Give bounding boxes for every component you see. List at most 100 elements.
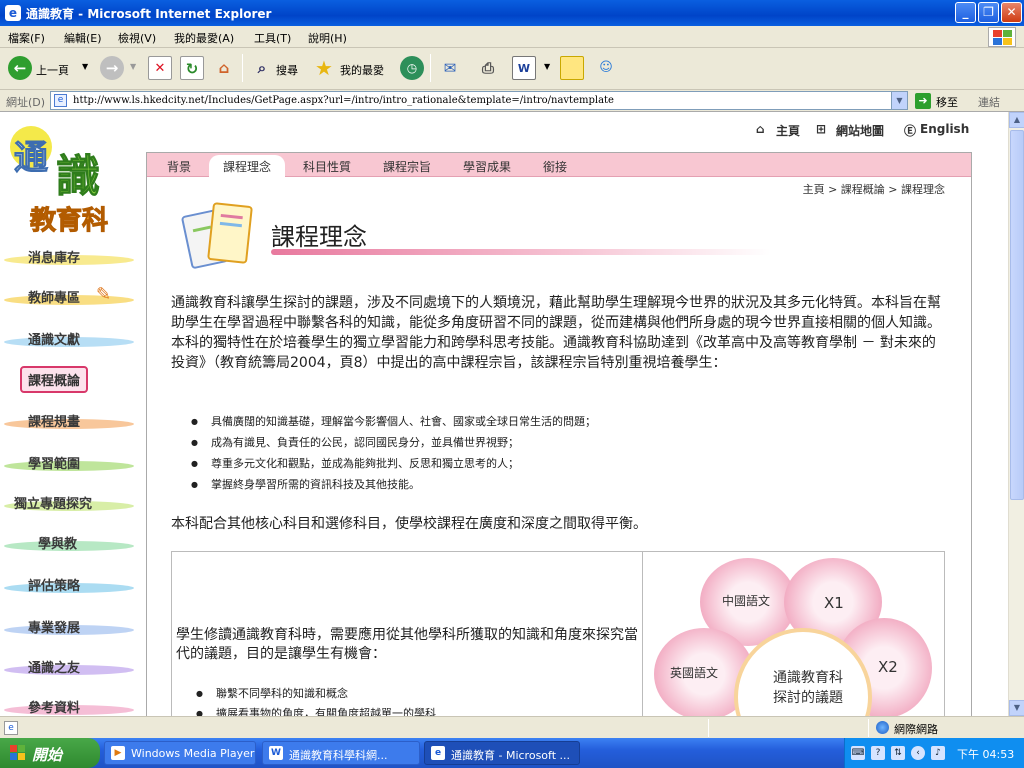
tab-background[interactable]: 背景 [167, 158, 191, 175]
search-icon[interactable]: ⌕ [250, 56, 274, 80]
keyboard-icon[interactable]: ⌨ [851, 746, 865, 760]
nav-label: 學習範圍 [28, 457, 81, 472]
menu-edit[interactable]: 編輯(E) [64, 30, 102, 46]
nav-item-news-archive[interactable]: 消息庫存 [0, 244, 138, 270]
favorites-star-icon[interactable]: ★ [312, 56, 336, 80]
nav-label: 專業發展 [28, 621, 81, 636]
english-link[interactable]: English [920, 122, 969, 136]
refresh-icon[interactable]: ↻ [180, 56, 204, 80]
history-icon[interactable]: ◷ [400, 56, 424, 80]
tab-aims[interactable]: 課程宗旨 [383, 158, 431, 175]
forward-dropdown-icon[interactable]: ▼ [130, 62, 136, 71]
start-button[interactable]: 開始 [0, 738, 100, 768]
window-title: 通識教育 - Microsoft Internet Explorer [26, 7, 272, 21]
nav-item-learning-scope[interactable]: 學習範圍 [0, 450, 138, 476]
messenger-icon[interactable]: ☺ [594, 56, 618, 80]
pencil-icon: ✎ [96, 284, 112, 305]
main-panel: 背景 課程理念 科目性質 課程宗旨 學習成果 銜接 主頁 > 課程概論 > 課程… [146, 152, 972, 716]
box-text: 學生修讀通識教育科時，需要應用從其他學科所獲取的知識和角度來探究當代的議題，目的… [176, 627, 638, 662]
vertical-scrollbar[interactable]: ▲ ▼ [1008, 112, 1024, 716]
windows-flag-icon [10, 745, 26, 761]
nav-item-independent-enquiry[interactable]: 獨立專題探究 [0, 490, 138, 516]
nav-label: 課程規畫 [28, 415, 81, 430]
menu-bar: 檔案(F) 編輯(E) 檢視(V) 我的最愛(A) 工具(T) 說明(H) [0, 26, 1024, 48]
diagram-center-label: 通識教育科 探討的議題 [758, 668, 858, 708]
nav-item-friends[interactable]: 通識之友 [0, 654, 138, 680]
help-icon[interactable]: ? [871, 746, 885, 760]
page-content: 通 識 教育科 消息庫存 教師專區 ✎ 通識文獻 課程概論 課程規畫 學習範圍 … [0, 112, 1008, 716]
clock[interactable]: 下午 04:53 [957, 746, 1014, 762]
nav-label: 消息庫存 [28, 251, 81, 266]
tab-strip: 背景 課程理念 科目性質 課程宗旨 學習成果 銜接 [147, 153, 971, 178]
address-input[interactable]: e http://www.ls.hkedcity.net/Includes/Ge… [50, 91, 908, 110]
menu-view[interactable]: 檢視(V) [118, 30, 156, 46]
back-button[interactable]: 上一頁 [36, 62, 69, 78]
menu-file[interactable]: 檔案(F) [8, 30, 45, 46]
discuss-icon[interactable] [560, 56, 584, 80]
status-separator [708, 719, 709, 737]
scroll-down-icon[interactable]: ▼ [1009, 700, 1024, 716]
network-icon[interactable]: ⇅ [891, 746, 905, 760]
scroll-up-icon[interactable]: ▲ [1009, 112, 1024, 128]
mail-icon[interactable]: ✉ [438, 56, 462, 80]
volume-icon[interactable]: ♪ [931, 746, 945, 760]
title-bar[interactable]: e 通識教育 - Microsoft Internet Explorer _ ❐… [0, 0, 1024, 26]
nav-item-references[interactable]: 參考資料 [0, 694, 138, 716]
edit-dropdown-icon[interactable]: ▼ [544, 62, 550, 71]
scroll-thumb[interactable] [1010, 130, 1024, 500]
back-dropdown-icon[interactable]: ▼ [82, 62, 88, 71]
home-link[interactable]: 主頁 [776, 122, 800, 139]
go-button[interactable]: 移至 [936, 94, 958, 110]
word-icon[interactable]: W [512, 56, 536, 80]
forward-icon[interactable]: → [100, 56, 124, 80]
status-bar: e 網際網路 [0, 716, 1024, 738]
nav-item-teachers[interactable]: 教師專區 ✎ [0, 284, 138, 310]
links-button[interactable]: 連結 [978, 94, 1000, 110]
nav-label: 評估策略 [28, 579, 81, 594]
nav-item-assessment[interactable]: 評估策略 [0, 572, 138, 598]
search-button[interactable]: 搜尋 [276, 62, 298, 78]
task-word-document[interactable]: W 通識教育科學科網... [262, 741, 420, 765]
expand-tray-icon[interactable]: ‹ [911, 746, 925, 760]
minimize-button[interactable]: _ [955, 2, 976, 23]
diagram-label: 中國語文 [722, 594, 771, 608]
print-icon[interactable]: ⎙ [476, 56, 500, 80]
sitemap-link[interactable]: 網站地圖 [836, 122, 884, 139]
close-button[interactable]: ✕ [1001, 2, 1022, 23]
english-icon[interactable]: Ⓔ [904, 122, 916, 139]
menu-help[interactable]: 說明(H) [308, 30, 347, 46]
tab-outcomes[interactable]: 學習成果 [463, 158, 511, 175]
home-icon[interactable]: ⌂ [212, 56, 236, 80]
taskbar: 開始 ▶ Windows Media Player W 通識教育科學科網... … [0, 738, 1024, 768]
sitemap-icon[interactable]: ⊞ [816, 122, 826, 136]
nav-item-professional-development[interactable]: 專業發展 [0, 614, 138, 640]
task-internet-explorer[interactable]: e 通識教育 - Microsoft ... [424, 741, 580, 765]
list-item: 聯繫不同學科的知識和概念 [196, 684, 636, 704]
nav-item-curriculum-planning[interactable]: 課程規畫 [0, 408, 138, 434]
breadcrumb[interactable]: 主頁 > 課程概論 > 課程理念 [803, 181, 945, 197]
menu-tools[interactable]: 工具(T) [254, 30, 291, 46]
nav-label: 教師專區 [28, 291, 81, 306]
menu-favorites[interactable]: 我的最愛(A) [174, 30, 234, 46]
tab-articulation[interactable]: 銜接 [543, 158, 567, 175]
nav-item-curriculum-overview[interactable]: 課程概論 [0, 366, 138, 393]
address-url[interactable]: http://www.ls.hkedcity.net/Includes/GetP… [73, 95, 614, 106]
restore-button[interactable]: ❐ [978, 2, 999, 23]
favorites-button[interactable]: 我的最愛 [340, 62, 384, 78]
nav-label: 通識之友 [28, 661, 81, 676]
task-label: Windows Media Player [131, 747, 255, 760]
tab-rationale[interactable]: 課程理念 [209, 155, 286, 178]
nav-item-literature[interactable]: 通識文獻 [0, 326, 138, 352]
go-arrow-icon[interactable]: ➜ [915, 93, 931, 109]
address-dropdown-icon[interactable]: ▼ [891, 92, 907, 109]
task-media-player[interactable]: ▶ Windows Media Player [104, 741, 256, 765]
list-item: 具備廣闊的知識基礎，理解當今影響個人、社會、國家或全球日常生活的問題； [191, 411, 931, 432]
tab-nature[interactable]: 科目性質 [303, 158, 351, 175]
back-icon[interactable]: ← [8, 56, 32, 80]
status-separator [868, 719, 869, 737]
site-logo[interactable]: 通 識 教育科 [10, 124, 134, 237]
nav-item-learning-teaching[interactable]: 學與教 [0, 530, 138, 556]
stop-icon[interactable]: ✕ [148, 56, 172, 80]
start-label: 開始 [32, 746, 63, 764]
home-icon[interactable]: ⌂ [756, 122, 765, 136]
